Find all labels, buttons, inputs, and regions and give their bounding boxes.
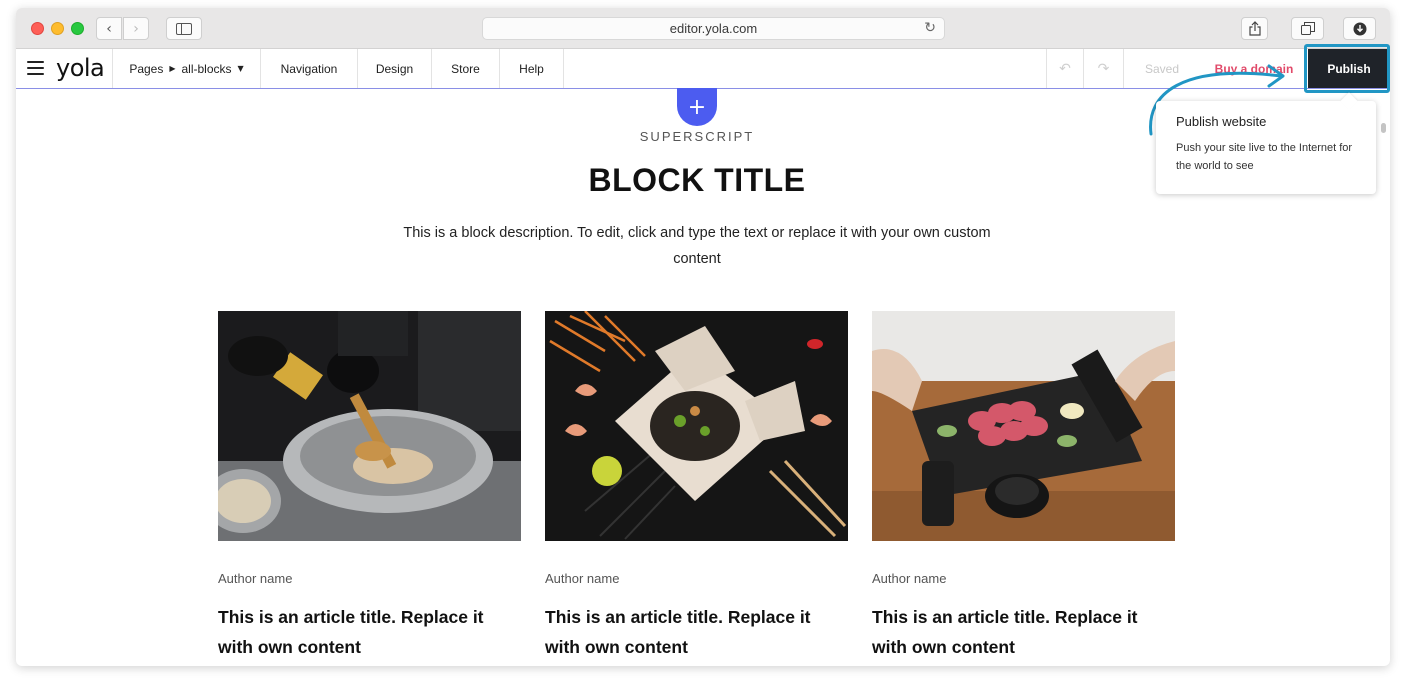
article-image[interactable] bbox=[545, 311, 848, 541]
article-title[interactable]: This is an article title. Replace it wit… bbox=[545, 602, 848, 662]
caret-down-icon: ▼ bbox=[237, 64, 244, 73]
sidebar-toggle-button[interactable] bbox=[166, 17, 202, 40]
pages-label: Pages bbox=[129, 61, 164, 76]
cooking-wok-image bbox=[218, 311, 521, 541]
back-button[interactable]: ‹ bbox=[96, 17, 122, 40]
plus-icon: + bbox=[687, 94, 707, 120]
tab-store[interactable]: Store bbox=[432, 49, 500, 88]
redo-icon: ↷ bbox=[1097, 60, 1110, 77]
breadcrumb-arrow-icon: ▶ bbox=[169, 64, 176, 73]
noodle-box-image bbox=[545, 311, 848, 541]
sidebar-icon bbox=[176, 22, 192, 35]
tab-design[interactable]: Design bbox=[358, 49, 432, 88]
yola-logo: yola bbox=[56, 54, 105, 82]
block-description[interactable]: This is a block description. To edit, cl… bbox=[392, 220, 1002, 272]
address-text: editor.yola.com bbox=[669, 21, 758, 36]
chevron-right-icon: › bbox=[133, 20, 139, 37]
reload-icon[interactable]: ↻ bbox=[924, 20, 936, 36]
downloads-button[interactable] bbox=[1343, 17, 1376, 40]
close-window-button[interactable] bbox=[31, 22, 44, 35]
menu-icon[interactable] bbox=[27, 61, 44, 75]
article-card[interactable]: Author name This is an article title. Re… bbox=[545, 311, 848, 662]
forward-button[interactable]: › bbox=[123, 17, 149, 40]
tab-navigation[interactable]: Navigation bbox=[261, 49, 358, 88]
share-button[interactable] bbox=[1241, 17, 1268, 40]
redo-button[interactable]: ↷ bbox=[1084, 49, 1124, 88]
publish-highlight-ring bbox=[1304, 44, 1390, 93]
tabs-overview-button[interactable] bbox=[1291, 17, 1324, 40]
tooltip-text: Push your site live to the Internet for … bbox=[1176, 142, 1353, 172]
sushi-plate-image bbox=[872, 311, 1175, 541]
share-icon bbox=[1248, 21, 1261, 36]
minimize-window-button[interactable] bbox=[51, 22, 64, 35]
article-image[interactable] bbox=[218, 311, 521, 541]
undo-button[interactable]: ↶ bbox=[1046, 49, 1084, 88]
article-card[interactable]: Author name This is an article title. Re… bbox=[218, 311, 521, 662]
tooltip-title: Publish website bbox=[1176, 114, 1267, 129]
current-page-name: all-blocks bbox=[181, 61, 232, 76]
chevron-left-icon: ‹ bbox=[106, 20, 112, 37]
browser-titlebar: ‹ › editor.yola.com ↻ bbox=[16, 8, 1390, 49]
publish-tooltip: Publish website Push your site live to t… bbox=[1156, 101, 1376, 194]
tab-help[interactable]: Help bbox=[500, 49, 564, 88]
download-icon bbox=[1353, 22, 1366, 35]
article-title[interactable]: This is an article title. Replace it wit… bbox=[218, 602, 521, 662]
tabs-icon bbox=[1300, 22, 1315, 35]
article-card[interactable]: Author name This is an article title. Re… bbox=[872, 311, 1175, 662]
article-image[interactable] bbox=[872, 311, 1175, 541]
author-name[interactable]: Author name bbox=[218, 571, 521, 586]
article-title[interactable]: This is an article title. Replace it wit… bbox=[872, 602, 1175, 662]
author-name[interactable]: Author name bbox=[872, 571, 1175, 586]
undo-icon: ↶ bbox=[1059, 60, 1071, 77]
maximize-window-button[interactable] bbox=[71, 22, 84, 35]
author-name[interactable]: Author name bbox=[545, 571, 848, 586]
browser-window: ‹ › editor.yola.com ↻ yola Pages ▶ all-b… bbox=[16, 8, 1390, 666]
pages-dropdown[interactable]: Pages ▶ all-blocks ▼ bbox=[113, 49, 261, 88]
address-bar[interactable]: editor.yola.com ↻ bbox=[482, 17, 945, 40]
scrollbar-thumb[interactable] bbox=[1381, 123, 1386, 133]
